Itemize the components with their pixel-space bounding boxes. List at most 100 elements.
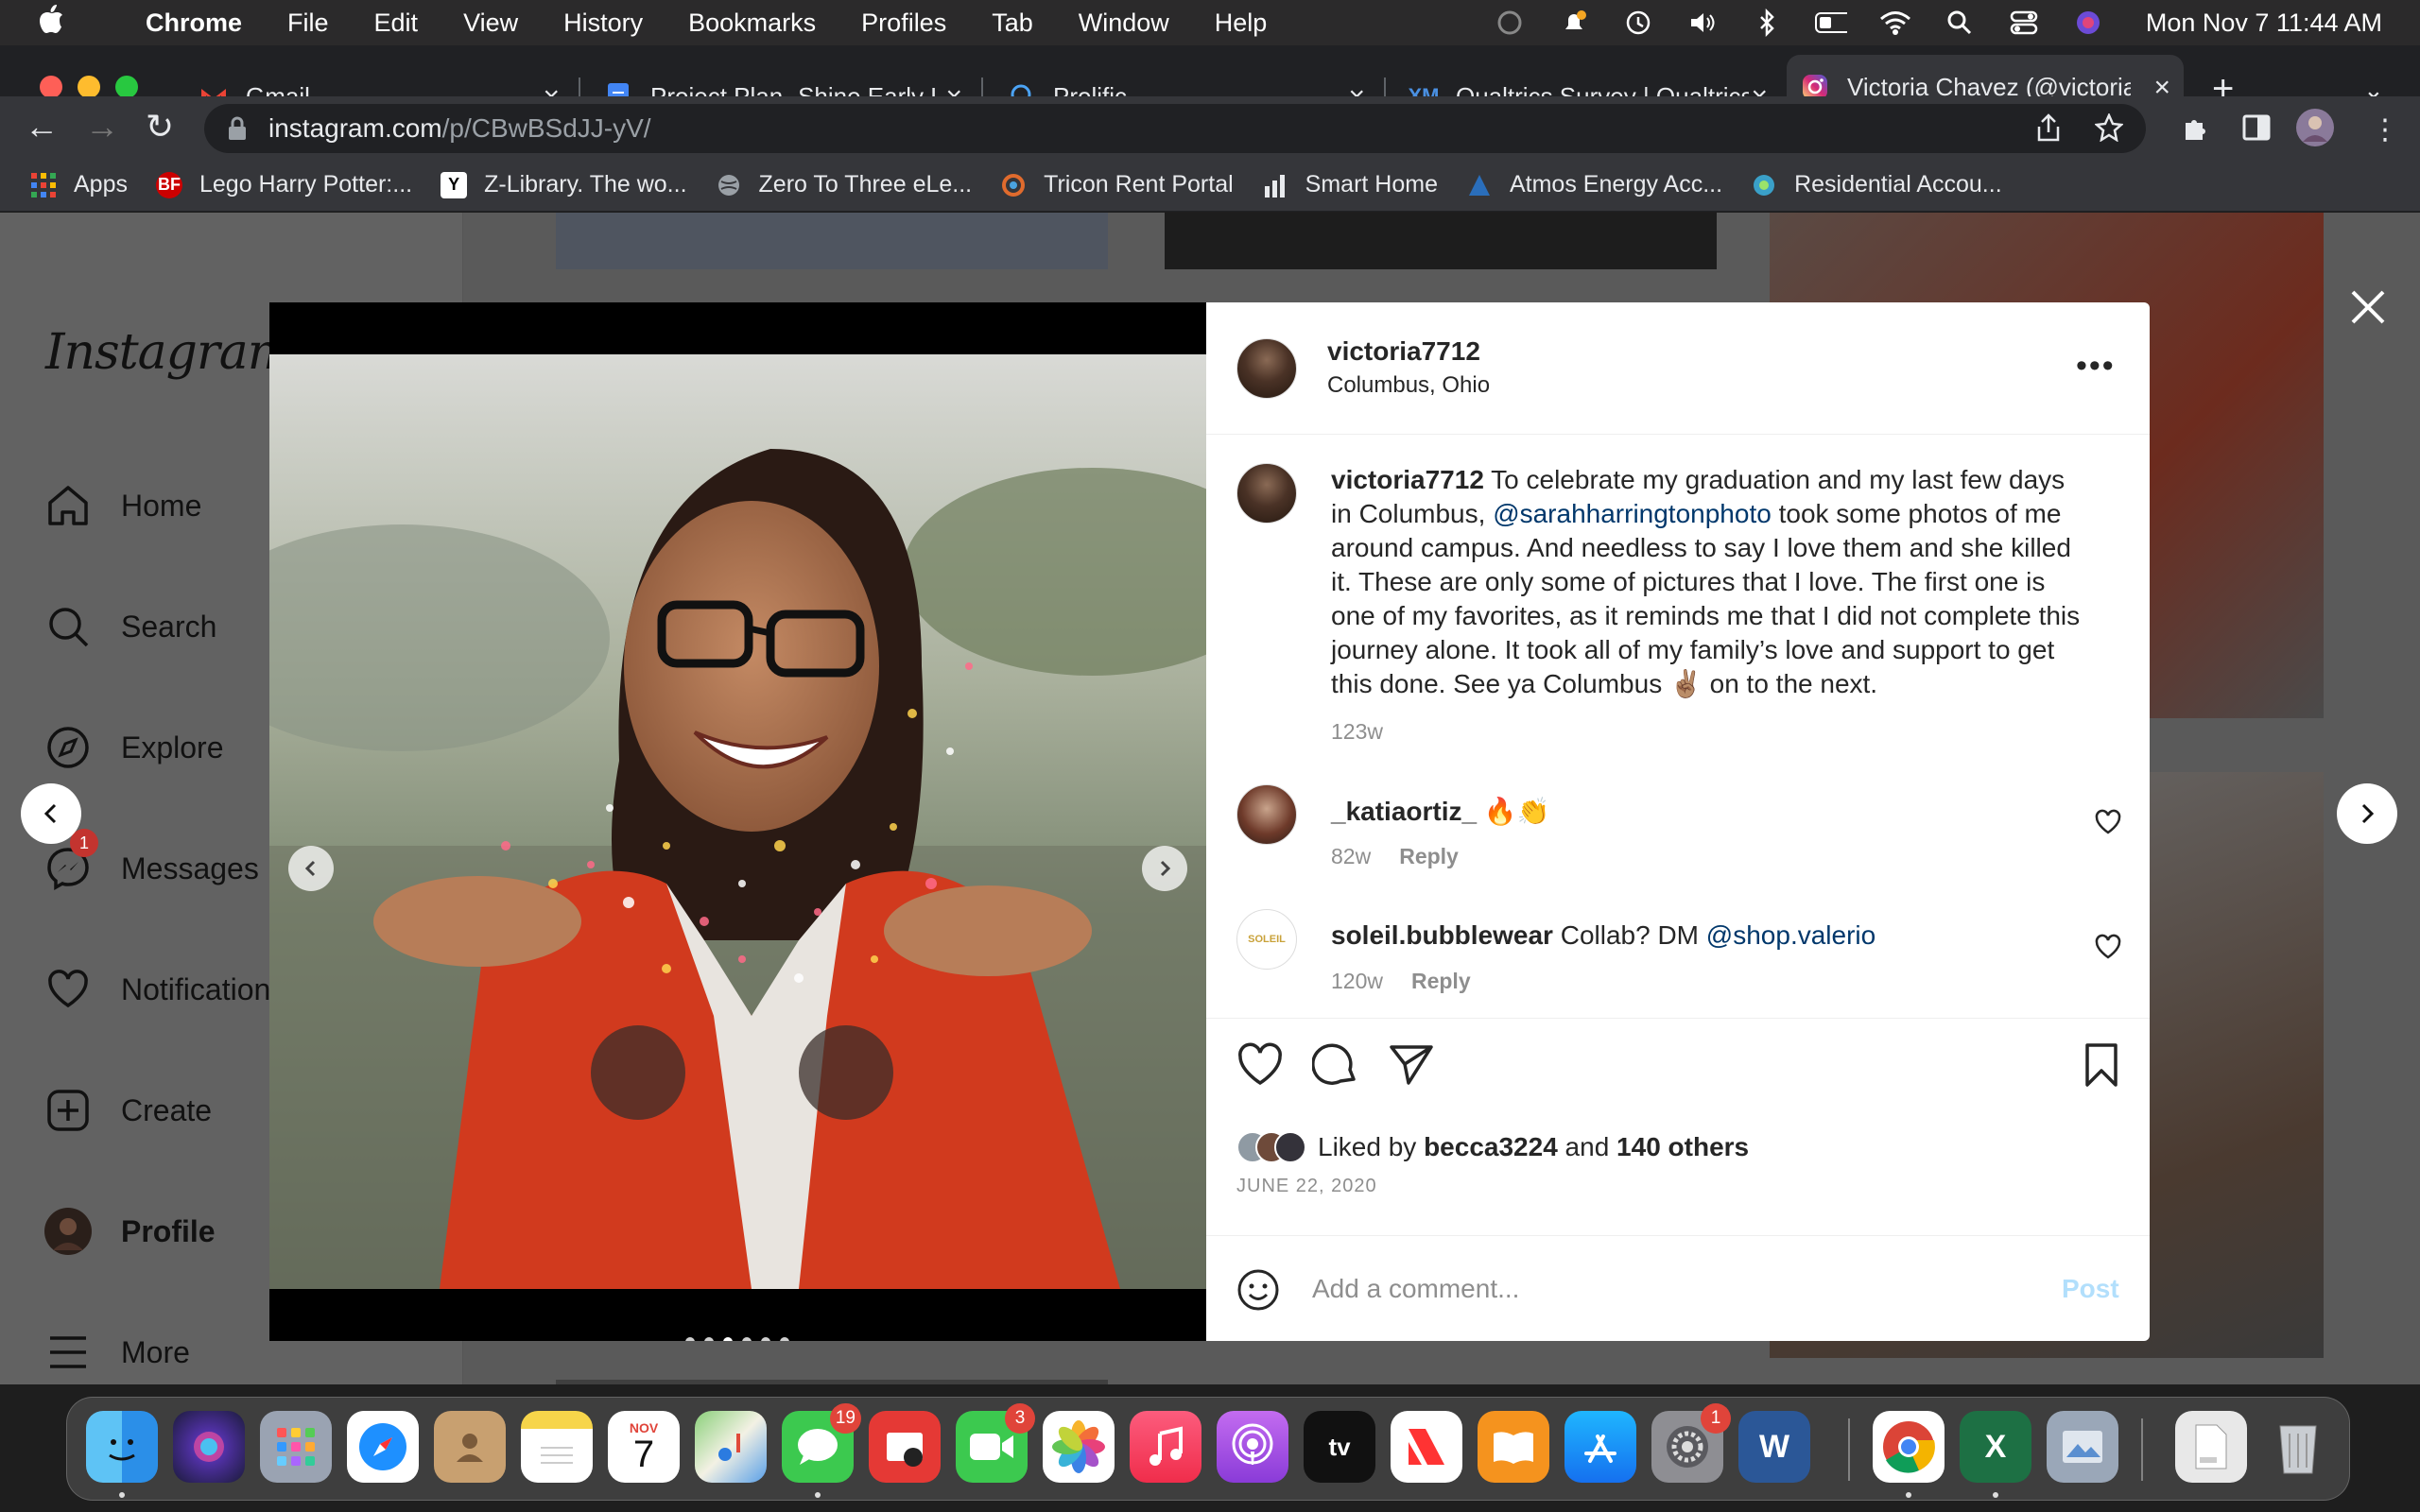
control-center-icon[interactable] (2008, 9, 2040, 37)
author-avatar[interactable] (1236, 338, 1297, 399)
contacts-icon[interactable] (434, 1411, 506, 1483)
comment-time[interactable]: 120w (1331, 969, 1383, 993)
carousel-previous-button[interactable] (288, 846, 334, 891)
post-location[interactable]: Columbus, Ohio (1327, 372, 1490, 399)
profile-avatar-icon[interactable] (2295, 108, 2335, 155)
comment-bubble-icon[interactable] (1312, 1041, 1359, 1089)
more-options-icon[interactable]: ••• (2076, 348, 2116, 385)
spotlight-search-icon[interactable] (1944, 9, 1976, 37)
nav-explore[interactable]: Explore (43, 723, 224, 772)
lock-icon[interactable] (227, 116, 248, 141)
address-bar[interactable]: instagram.com/p/CBwBSdJJ-yV/ (204, 104, 2146, 153)
menu-bookmarks[interactable]: Bookmarks (688, 9, 816, 38)
comment-time[interactable]: 82w (1331, 844, 1371, 868)
nav-more[interactable]: More (43, 1328, 190, 1377)
bookmark-tricon[interactable]: Tricon Rent Portal (1000, 171, 1234, 198)
previous-post-button[interactable] (21, 783, 81, 844)
focus-icon[interactable] (1494, 9, 1526, 37)
commenter-avatar[interactable] (1236, 784, 1297, 845)
caption-mention-link[interactable]: @sarahharringtonphoto (1493, 499, 1772, 528)
like-comment-heart-icon[interactable] (2095, 934, 2121, 960)
nav-create[interactable]: Create (43, 1086, 212, 1135)
like-comment-heart-icon[interactable] (2095, 809, 2121, 835)
chrome-icon[interactable] (1873, 1411, 1945, 1483)
nav-messages[interactable]: 1 Messages (43, 829, 259, 893)
safari-icon[interactable] (347, 1411, 419, 1483)
battery-icon[interactable] (1814, 9, 1847, 37)
volume-icon[interactable] (1686, 9, 1719, 37)
pdf-document-icon[interactable] (2175, 1411, 2247, 1483)
menu-help[interactable]: Help (1215, 9, 1268, 38)
instagram-logo[interactable]: Instagram (45, 324, 294, 381)
caption-timestamp[interactable]: 123w (1331, 714, 2087, 748)
podcasts-icon[interactable] (1217, 1411, 1288, 1483)
reply-button[interactable]: Reply (1399, 844, 1459, 868)
nav-notifications[interactable]: Notifications (43, 965, 285, 1014)
likes-summary[interactable]: Liked by becca3224 and 140 others (1236, 1131, 1749, 1163)
wifi-icon[interactable] (1879, 9, 1911, 37)
zoom-window-button[interactable] (115, 76, 138, 98)
comment-username[interactable]: _katiaortiz_ (1331, 797, 1477, 826)
close-modal-icon[interactable] (2349, 288, 2387, 326)
siri-icon[interactable] (173, 1411, 245, 1483)
apple-tv-icon[interactable]: tv (1304, 1411, 1375, 1483)
forward-arrow-icon[interactable]: → (85, 110, 119, 144)
menu-profiles[interactable]: Profiles (861, 9, 946, 38)
liker-username[interactable]: becca3224 (1424, 1132, 1558, 1161)
reply-button[interactable]: Reply (1411, 969, 1471, 993)
bookmark-smart-home[interactable]: Smart Home (1262, 171, 1438, 198)
notes-icon[interactable] (521, 1411, 593, 1483)
system-preferences-icon[interactable]: 1 (1651, 1403, 1731, 1483)
share-icon[interactable] (2036, 113, 2061, 149)
time-machine-icon[interactable] (1622, 9, 1654, 37)
caption-username[interactable]: victoria7712 (1331, 465, 1484, 494)
post-photo[interactable] (269, 354, 1206, 1289)
nav-home[interactable]: Home (43, 481, 201, 530)
menu-window[interactable]: Window (1079, 9, 1169, 38)
post-date[interactable]: JUNE 22, 2020 (1236, 1176, 1377, 1197)
maps-icon[interactable] (695, 1411, 767, 1483)
share-paper-plane-icon[interactable] (1388, 1041, 1435, 1089)
extensions-puzzle-icon[interactable] (2182, 113, 2212, 151)
bookmark-apps[interactable]: Apps (30, 171, 128, 198)
menu-edit[interactable]: Edit (374, 9, 419, 38)
back-arrow-icon[interactable]: ← (25, 110, 59, 144)
bookmark-star-icon[interactable] (2094, 112, 2124, 149)
comment-input[interactable]: Add a comment... (1312, 1274, 1519, 1304)
siri-icon[interactable] (2072, 9, 2104, 37)
comment-username[interactable]: soleil.bubblewear (1331, 920, 1553, 950)
apple-menu-icon[interactable] (38, 4, 76, 42)
caption-author-avatar[interactable] (1236, 463, 1297, 524)
menu-app-name[interactable]: Chrome (146, 9, 242, 38)
launchpad-icon[interactable] (260, 1411, 332, 1483)
bookmark-lego-harry-potter[interactable]: BF Lego Harry Potter:... (155, 171, 412, 198)
minimize-window-button[interactable] (78, 76, 100, 98)
bluetooth-icon[interactable] (1751, 9, 1783, 37)
author-username[interactable]: victoria7712 (1327, 336, 1480, 367)
commenter-avatar[interactable]: SOLEIL (1236, 909, 1297, 970)
close-window-button[interactable] (40, 76, 62, 98)
like-heart-icon[interactable] (1236, 1041, 1284, 1089)
nav-profile[interactable]: Profile (43, 1207, 216, 1256)
menu-history[interactable]: History (563, 9, 643, 38)
messages-icon[interactable]: 19 (782, 1403, 861, 1483)
finder-icon[interactable] (86, 1411, 158, 1483)
nav-search[interactable]: Search (43, 602, 216, 651)
trash-icon[interactable] (2262, 1411, 2334, 1483)
app-store-icon[interactable] (1564, 1411, 1636, 1483)
photo-booth-icon[interactable] (869, 1411, 941, 1483)
menu-tab[interactable]: Tab (992, 9, 1033, 38)
preview-icon[interactable] (2047, 1411, 2118, 1483)
news-icon[interactable] (1391, 1411, 1462, 1483)
notification-bell-icon[interactable] (1558, 9, 1590, 37)
bookmark-zero-to-three[interactable]: Zero To Three eLe... (716, 171, 972, 198)
carousel-next-button[interactable] (1142, 846, 1187, 891)
facetime-icon[interactable]: 3 (956, 1403, 1035, 1483)
bookmark-atmos-energy[interactable]: Atmos Energy Acc... (1466, 171, 1722, 198)
post-comment-button[interactable]: Post (2062, 1274, 2119, 1304)
emoji-smiley-icon[interactable] (1236, 1268, 1280, 1312)
side-panel-icon[interactable] (2242, 113, 2271, 149)
likes-others-link[interactable]: 140 others (1616, 1132, 1749, 1161)
address-url[interactable]: instagram.com/p/CBwBSdJJ-yV/ (268, 113, 651, 144)
microsoft-excel-icon[interactable]: X (1960, 1411, 2031, 1483)
